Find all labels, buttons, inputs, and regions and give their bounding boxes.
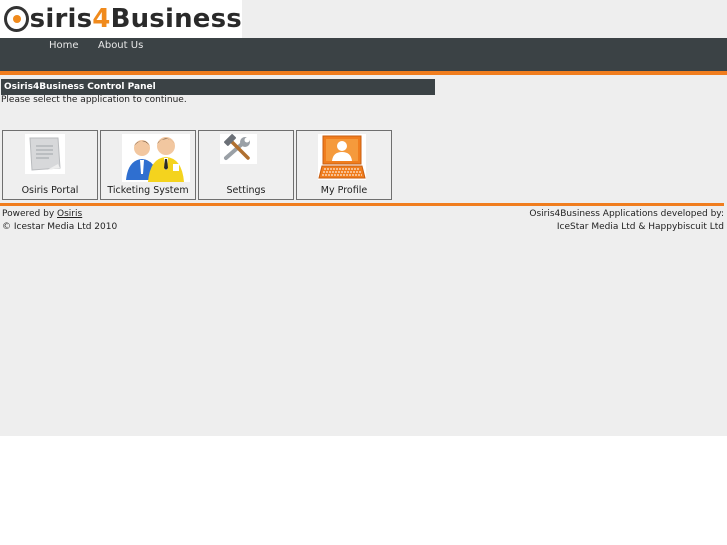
tools-icon [220, 134, 257, 168]
logo-text: siris4Business [29, 4, 242, 34]
page: siris4Business Home About Us Osiris4Busi… [0, 0, 727, 436]
nav-about-link[interactable]: About Us [98, 40, 143, 51]
footer-divider [0, 203, 724, 206]
logo[interactable]: siris4Business [0, 0, 242, 38]
app-label: Ticketing System [107, 185, 189, 196]
nav-bar: Home About Us [0, 38, 727, 71]
app-label: Osiris Portal [21, 185, 79, 196]
powered-by: Powered by Osiris [2, 209, 82, 219]
nav-home-link[interactable]: Home [49, 40, 79, 51]
app-tile-settings[interactable]: Settings [198, 130, 294, 200]
powered-by-label: Powered by [2, 209, 58, 219]
app-label: My Profile [320, 185, 368, 196]
developer-credit-line2: IceStar Media Ltd & Happybiscuit Ltd [556, 222, 724, 232]
document-icon [25, 134, 65, 178]
instruction-text: Please select the application to continu… [1, 95, 187, 105]
nav-divider [0, 71, 727, 75]
osiris-link[interactable]: Osiris [57, 209, 82, 219]
app-tile-my-profile[interactable]: My Profile [296, 130, 392, 200]
developer-credit-line1: Osiris4Business Applications developed b… [529, 209, 724, 219]
app-tile-osiris-portal[interactable]: Osiris Portal [2, 130, 98, 200]
app-label: Settings [226, 185, 266, 196]
copyright-text: © Icestar Media Ltd 2010 [2, 222, 118, 232]
app-tile-ticketing-system[interactable]: Ticketing System [100, 130, 196, 200]
profile-keyboard-icon [318, 134, 366, 184]
logo-ring-icon [4, 6, 29, 32]
users-icon [122, 134, 190, 186]
panel-title: Osiris4Business Control Panel [1, 79, 435, 95]
